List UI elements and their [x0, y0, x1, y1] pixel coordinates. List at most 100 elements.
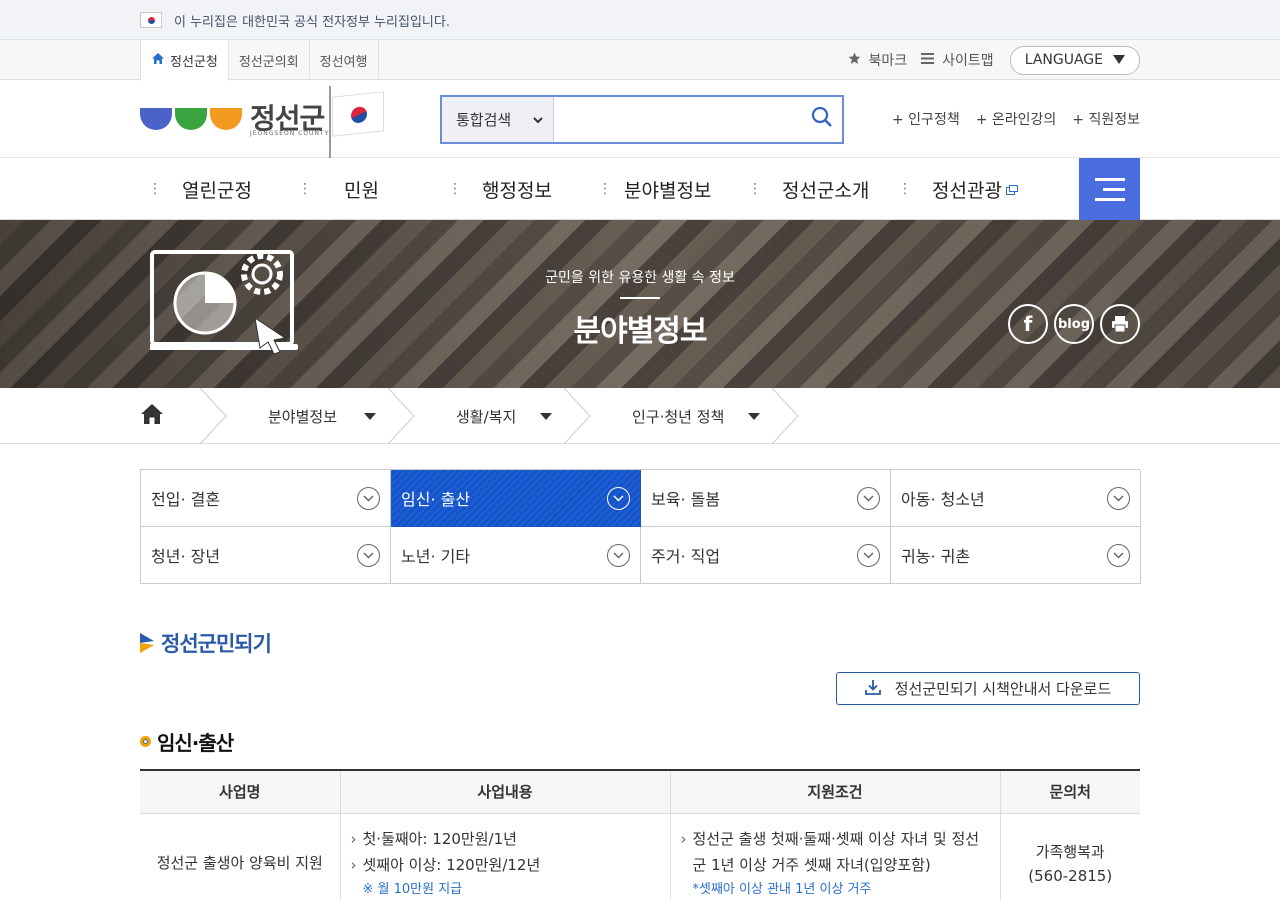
- table-row: 정선군 출생아 양육비 지원 첫·둘째아: 120만원/1년 셋째아 이상: 1…: [140, 813, 1140, 900]
- section-title-icon: [140, 633, 154, 653]
- site-tabs: 정선군청 정선군의회 정선여행: [140, 40, 379, 81]
- chevron-down-icon: [533, 110, 543, 128]
- search-input[interactable]: [554, 96, 802, 142]
- facebook-icon[interactable]: f: [1008, 304, 1048, 344]
- search-icon: [811, 106, 833, 132]
- banner-title: 분야별정보: [573, 314, 708, 349]
- condition-note: *셋째아 이상 관내 1년 이상 거주: [692, 881, 872, 897]
- site-tab-label: 정선군청: [170, 54, 218, 70]
- table-header-cell: 사업명: [140, 770, 341, 814]
- download-guide-button[interactable]: 정선군민되기 시책안내서 다운로드: [836, 672, 1140, 705]
- menu-bar: [1094, 197, 1125, 201]
- category-label: 전입· 결혼: [151, 490, 221, 509]
- category-tab-elderly-etc[interactable]: 노년· 기타: [391, 527, 641, 584]
- caret-down-icon: [540, 412, 552, 420]
- all-menu-button[interactable]: [1079, 158, 1140, 220]
- nav-item-admin-info[interactable]: ⋮ 행정정보: [440, 158, 590, 220]
- dots-icon: ⋮: [298, 181, 312, 197]
- star-icon: [848, 52, 861, 69]
- sitemap-label: 사이트맵: [942, 53, 994, 69]
- category-label: 아동· 청소년: [901, 490, 985, 509]
- category-label: 임신· 출산: [401, 490, 471, 509]
- program-condition-cell: 정선군 출생 첫째·둘째·셋째 이상 자녀 및 정선군 1년 이상 거주 셋째 …: [670, 813, 1001, 900]
- section-title-text: 정선군민되기: [161, 632, 272, 656]
- nav-item-open-admin[interactable]: ⋮ 열린군정: [140, 158, 290, 220]
- program-content-cell: 첫·둘째아: 120만원/1년 셋째아 이상: 120만원/12년 ※ 월 10…: [340, 813, 671, 900]
- category-tab-housing-jobs[interactable]: 주거· 직업: [641, 527, 891, 584]
- category-tab-children-youth[interactable]: 아동· 청소년: [891, 470, 1141, 527]
- sitemap-link[interactable]: 사이트맵: [921, 50, 994, 70]
- menu-bar: [1102, 187, 1125, 191]
- category-tab-moving-marriage[interactable]: 전입· 결혼: [141, 470, 391, 527]
- content-item: 셋째아 이상: 120만원/12년: [341, 852, 670, 878]
- nav-item-tourism[interactable]: ⋮ 정선관광: [890, 158, 1040, 220]
- site-tab-label: 정선여행: [319, 54, 368, 70]
- category-tab-young-adults[interactable]: 청년· 장년: [141, 527, 391, 584]
- breadcrumb-item-field-info[interactable]: 분야별정보: [228, 388, 388, 444]
- bullet-circle-icon: [140, 736, 151, 747]
- print-icon[interactable]: [1100, 304, 1140, 344]
- nav-item-civil[interactable]: ⋮ 민원: [290, 158, 440, 220]
- category-label: 주거· 직업: [651, 547, 721, 566]
- breadcrumb: 분야별정보 생활/복지 인구·청년 정책: [0, 388, 1280, 444]
- category-tabs: 전입· 결혼 임신· 출산 보육· 돌봄 아동· 청소년 청년· 장년 노년· …: [140, 469, 1141, 584]
- logo-mark-icon: [140, 108, 242, 130]
- site-tab-county-office[interactable]: 정선군청: [140, 40, 229, 81]
- chevron-down-icon: [857, 486, 880, 510]
- main-nav: ⋮ 열린군정 ⋮ 민원 ⋮ 행정정보 ⋮ 분야별정보 ⋮ 정선군소개 ⋮ 정선관광: [0, 158, 1280, 220]
- nav-label: 민원: [344, 179, 379, 202]
- nav-label: 분야별정보: [624, 179, 712, 202]
- breadcrumb-separator: [200, 388, 227, 444]
- search-box: 통합검색: [440, 94, 844, 144]
- language-button[interactable]: LANGUAGE: [1009, 45, 1140, 75]
- dots-icon: ⋮: [898, 181, 912, 197]
- social-share: f blog: [1008, 304, 1140, 344]
- language-label: LANGUAGE: [1024, 52, 1103, 68]
- external-link-icon: [1005, 178, 1018, 200]
- home-icon: [140, 403, 164, 429]
- gov-banner-text: 이 누리집은 대한민국 공식 전자정부 누리집입니다.: [174, 14, 450, 30]
- sub-visual-banner: 군민을 위한 유용한 생활 속 정보 분야별정보 f blog: [0, 220, 1280, 388]
- gov-banner: 이 누리집은 대한민국 공식 전자정부 누리집입니다.: [0, 0, 1280, 40]
- search-button[interactable]: [802, 97, 842, 142]
- category-tab-childcare[interactable]: 보육· 돌봄: [641, 470, 891, 527]
- blog-icon[interactable]: blog: [1054, 304, 1094, 344]
- menu-bar: [1094, 177, 1125, 181]
- site-tab-council[interactable]: 정선군의회: [229, 40, 310, 80]
- dots-icon: ⋮: [448, 181, 462, 197]
- site-logo[interactable]: 정선군 JEONGSEON COUNTY: [140, 80, 440, 158]
- content-item: 첫·둘째아: 120만원/1년: [341, 826, 670, 852]
- utility-bar: 정선군청 정선군의회 정선여행 북마크 사이트맵 LANGUAGE: [0, 40, 1280, 81]
- category-tab-return-farming[interactable]: 귀농· 귀촌: [891, 527, 1141, 584]
- breadcrumb-item-living-welfare[interactable]: 생활/복지: [416, 388, 564, 444]
- category-tab-pregnancy-birth[interactable]: 임신· 출산: [391, 470, 641, 527]
- quick-link-population-policy[interactable]: + 인구정책: [892, 109, 960, 129]
- home-icon: [151, 52, 165, 69]
- dots-icon: ⋮: [148, 181, 162, 197]
- site-tab-label: 정선군의회: [238, 54, 299, 70]
- breadcrumb-separator: [772, 388, 799, 444]
- quick-link-online-lecture[interactable]: + 온라인강의: [976, 109, 1057, 129]
- nav-item-about[interactable]: ⋮ 정선군소개: [740, 158, 890, 220]
- breadcrumb-home[interactable]: [140, 388, 200, 444]
- download-guide-label: 정선군민되기 시책안내서 다운로드: [894, 680, 1112, 698]
- category-label: 청년· 장년: [151, 547, 221, 566]
- breadcrumb-separator: [564, 388, 591, 444]
- program-name-cell: 정선군 출생아 양육비 지원: [140, 813, 341, 900]
- nav-label: 정선군소개: [782, 179, 870, 202]
- section-title: 정선군민되기: [140, 628, 1140, 658]
- taegukgi-icon: [332, 91, 384, 137]
- search-scope-value: 통합검색: [456, 110, 512, 129]
- site-tab-travel[interactable]: 정선여행: [310, 40, 379, 80]
- program-name: 정선군 출생아 양육비 지원: [156, 853, 323, 872]
- search-scope-select[interactable]: 통합검색: [442, 96, 554, 142]
- breadcrumb-item-population-policy[interactable]: 인구·청년 정책: [592, 388, 772, 444]
- subsection-title-text: 임신·출산: [157, 731, 234, 755]
- logo-text: 정선군: [250, 102, 325, 135]
- category-label: 귀농· 귀촌: [901, 547, 971, 566]
- nav-label: 정선관광: [932, 179, 1002, 202]
- quick-link-staff-info[interactable]: + 직원정보: [1072, 109, 1140, 129]
- bookmark-link[interactable]: 북마크: [848, 50, 907, 70]
- nav-item-field-info[interactable]: ⋮ 분야별정보: [590, 158, 740, 220]
- contact-dept: 가족행복과: [1035, 842, 1105, 861]
